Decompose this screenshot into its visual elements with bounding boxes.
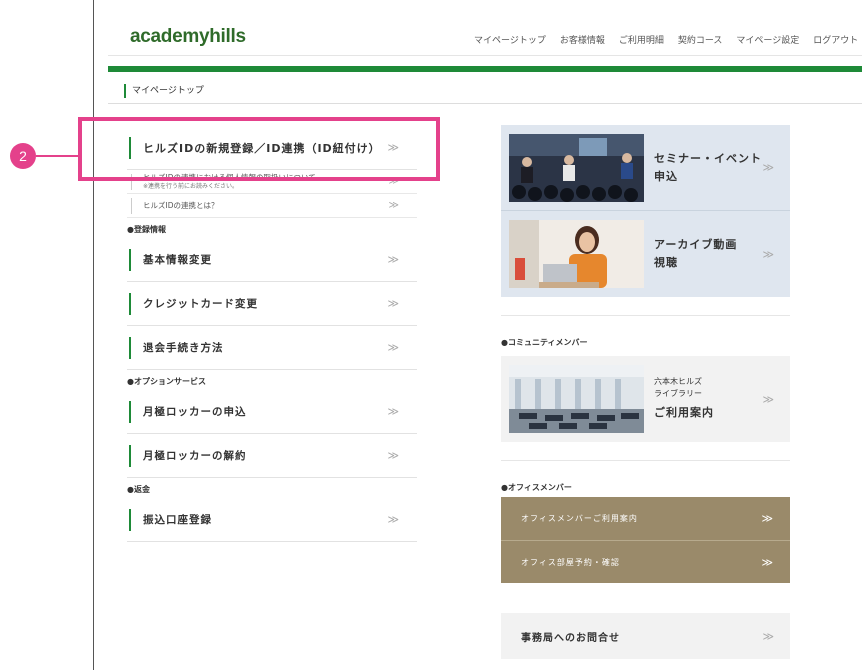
annotation-line [36,155,78,157]
menu-item-label: 月極ロッカーの申込 [143,406,247,418]
menu-item-locker-apply[interactable]: 月極ロッカーの申込 ≫ [127,390,417,434]
double-chevron-icon: ≫ [387,449,399,462]
menu-accent-bar [129,401,131,423]
title-divider [108,103,862,104]
right-column: セミナー・イベント 申込 ≫ アーカイブ動画 視聴 ≫ ●コミュニティメンバー … [501,125,790,659]
nav-customer-info[interactable]: お客様情報 [560,33,605,46]
menu-item-label: 退会手続き方法 [143,342,224,354]
section-heading-community: ●コミュニティメンバー [501,315,790,352]
menu-item-label: クレジットカード変更 [143,298,258,310]
menu-item-basic-info[interactable]: 基本情報変更 ≫ [127,238,417,282]
sub-accent-bar [131,198,132,214]
browser-screenshot: academyhills マイページトップ お客様情報 ご利用明細 契約コース … [93,0,862,670]
menu-item-withdrawal[interactable]: 退会手続き方法 ≫ [127,326,417,370]
menu-item-label: 振込口座登録 [143,514,212,526]
nav-mypage-settings[interactable]: マイページ設定 [736,33,799,46]
double-chevron-icon: ≫ [387,341,399,354]
sub-item-note: ※連携を行う前にお読みください。 [143,182,239,190]
menu-accent-bar [129,249,131,271]
menu-item-locker-cancel[interactable]: 月極ロッカーの解約 ≫ [127,434,417,478]
double-chevron-icon: ≫ [762,161,774,174]
menu-accent-bar [129,509,131,531]
archive-photo [509,220,644,288]
office-member-guide-button[interactable]: オフィスメンバーご利用案内 ≫ [501,497,790,540]
double-chevron-icon: ≫ [761,555,774,569]
green-accent-bar [108,66,862,72]
section-heading-options: ●オプションサービス [127,377,206,386]
office-room-booking-button[interactable]: オフィス部屋予約・確認 ≫ [501,540,790,583]
menu-accent-bar [129,445,131,467]
card-title: ご利用案内 [654,406,714,419]
double-chevron-icon: ≫ [388,200,399,211]
card-text: 六本木ヒルズ ライブラリー ご利用案内 [654,376,714,422]
card-archive-video[interactable]: アーカイブ動画 視聴 ≫ [501,211,790,297]
card-kicker: 六本木ヒルズ [654,377,702,386]
left-menu: ヒルズIDの新規登録／ID連携（ID紐付け） ≫ ヒルズIDの連携における個人情… [127,126,417,542]
button-label: オフィスメンバーご利用案内 [521,514,638,523]
section-heading-office: ●オフィスメンバー [501,460,790,497]
section-heading-registration: ●登録情報 [127,225,166,234]
double-chevron-icon: ≫ [761,512,774,525]
sub-item-label: ヒルズIDの連携とは？ [143,201,219,210]
menu-item-bank-account[interactable]: 振込口座登録 ≫ [127,498,417,542]
double-chevron-icon: ≫ [762,629,774,643]
logo[interactable]: academyhills [130,26,246,48]
nav-contract-course[interactable]: 契約コース [678,33,723,46]
card-kicker-2: ライブラリー [654,389,702,398]
double-chevron-icon: ≫ [387,513,399,526]
section-heading-refund: ●返金 [127,485,150,494]
double-chevron-icon: ≫ [762,392,774,406]
library-photo [509,365,644,433]
double-chevron-icon: ≫ [387,297,399,310]
page-title: マイページトップ [124,84,204,98]
card-library-guide[interactable]: 六本木ヒルズ ライブラリー ご利用案内 ≫ [501,356,790,442]
card-text: アーカイブ動画 視聴 [654,236,737,272]
card-seminar-event[interactable]: セミナー・イベント 申込 ≫ [501,125,790,211]
card-text: セミナー・イベント 申込 [654,150,762,186]
card-title: セミナー・イベント [654,151,762,165]
double-chevron-icon: ≫ [387,253,399,266]
nav-logout[interactable]: ログアウト [813,33,858,46]
nav-mypage-top[interactable]: マイページトップ [474,33,546,46]
contact-office-button[interactable]: 事務局へのお問合せ ≫ [501,613,790,659]
double-chevron-icon: ≫ [762,247,774,261]
card-subtitle: 申込 [654,169,678,183]
button-label: オフィス部屋予約・確認 [521,557,620,567]
menu-item-label: 基本情報変更 [143,254,212,266]
sub-item-what-is-link[interactable]: ヒルズIDの連携とは？ ≫ [127,194,417,218]
card-title: アーカイブ動画 [654,238,738,251]
annotation-highlight-box [78,117,440,181]
header-divider [108,55,862,56]
button-label: 事務局へのお問合せ [521,632,620,644]
annotation-badge: 2 [10,143,36,169]
top-nav: マイページトップ お客様情報 ご利用明細 契約コース マイページ設定 ログアウト [474,33,858,46]
menu-item-label: 月極ロッカーの解約 [143,450,247,462]
seminar-photo [509,133,644,202]
card-subtitle: 視聴 [654,256,678,269]
menu-item-credit-card[interactable]: クレジットカード変更 ≫ [127,282,417,326]
menu-accent-bar [129,293,131,315]
nav-usage-details[interactable]: ご利用明細 [619,33,664,46]
menu-accent-bar [129,337,131,359]
double-chevron-icon: ≫ [387,405,399,418]
